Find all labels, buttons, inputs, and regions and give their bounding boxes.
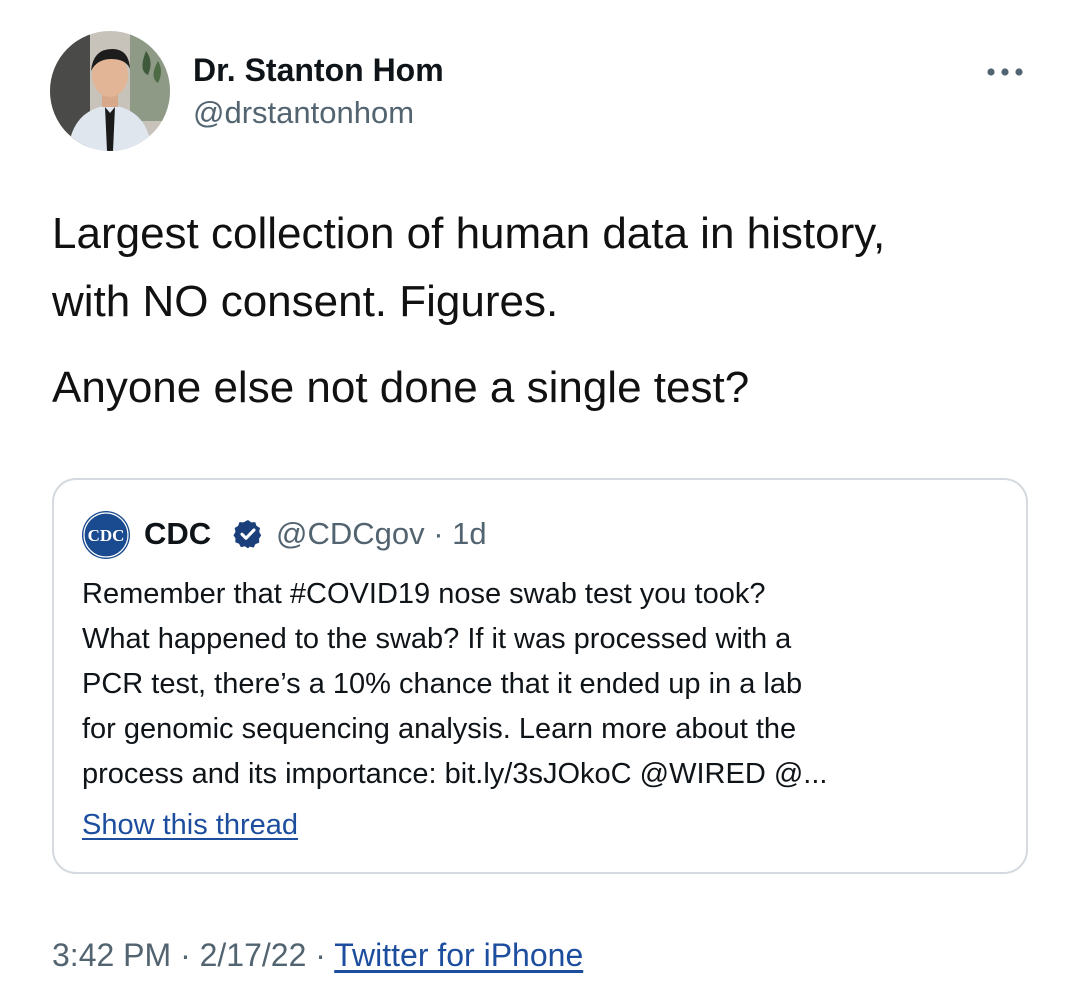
quoted-handle-time: @CDCgov · 1d bbox=[276, 516, 487, 551]
author-handle[interactable]: @drstantonhom bbox=[193, 95, 414, 131]
verified-badge-icon bbox=[232, 518, 264, 550]
meta-separator: · bbox=[171, 937, 200, 973]
quoted-body-line: process and its importance: bit.ly/3sJOk… bbox=[82, 758, 828, 790]
cdc-logo: CDC bbox=[81, 510, 131, 560]
avatar-photo bbox=[50, 31, 170, 151]
quoted-tweet-card[interactable]: CDC CDC @CDCgov · 1d Remember that #COVI… bbox=[52, 478, 1028, 874]
quoted-body-line: Remember that #COVID19 nose swab test yo… bbox=[82, 578, 766, 610]
tweet-source-link[interactable]: Twitter for iPhone bbox=[334, 937, 583, 973]
cdc-logo-text: CDC bbox=[88, 526, 125, 545]
show-thread-link[interactable]: Show this thread bbox=[82, 805, 298, 845]
tweet-date[interactable]: 2/17/22 bbox=[200, 937, 307, 973]
tweet-time: 3:42 PM bbox=[52, 937, 172, 973]
meta-separator: · bbox=[306, 937, 335, 973]
tweet-text-line: Anyone else not done a single test? bbox=[52, 363, 750, 412]
quoted-author-name: CDC bbox=[144, 516, 212, 551]
tweet-meta: 3:42 PM · 2/17/22 · Twitter for iPhone bbox=[52, 933, 583, 977]
quoted-body-line: What happened to the swab? If it was pro… bbox=[82, 623, 792, 655]
tweet-text-line: Largest collection of human data in hist… bbox=[52, 209, 886, 258]
quoted-body-line: PCR test, there’s a 10% chance that it e… bbox=[82, 668, 803, 700]
author-name[interactable]: Dr. Stanton Hom bbox=[193, 52, 444, 88]
more-horizontal-icon[interactable] bbox=[983, 62, 1027, 82]
quoted-tweet-body: Remember that #COVID19 nose swab test yo… bbox=[82, 572, 1012, 797]
avatar[interactable] bbox=[50, 31, 170, 151]
tweet-text-line: with NO consent. Figures. bbox=[52, 277, 559, 326]
quoted-body-line: for genomic sequencing analysis. Learn m… bbox=[82, 713, 797, 745]
